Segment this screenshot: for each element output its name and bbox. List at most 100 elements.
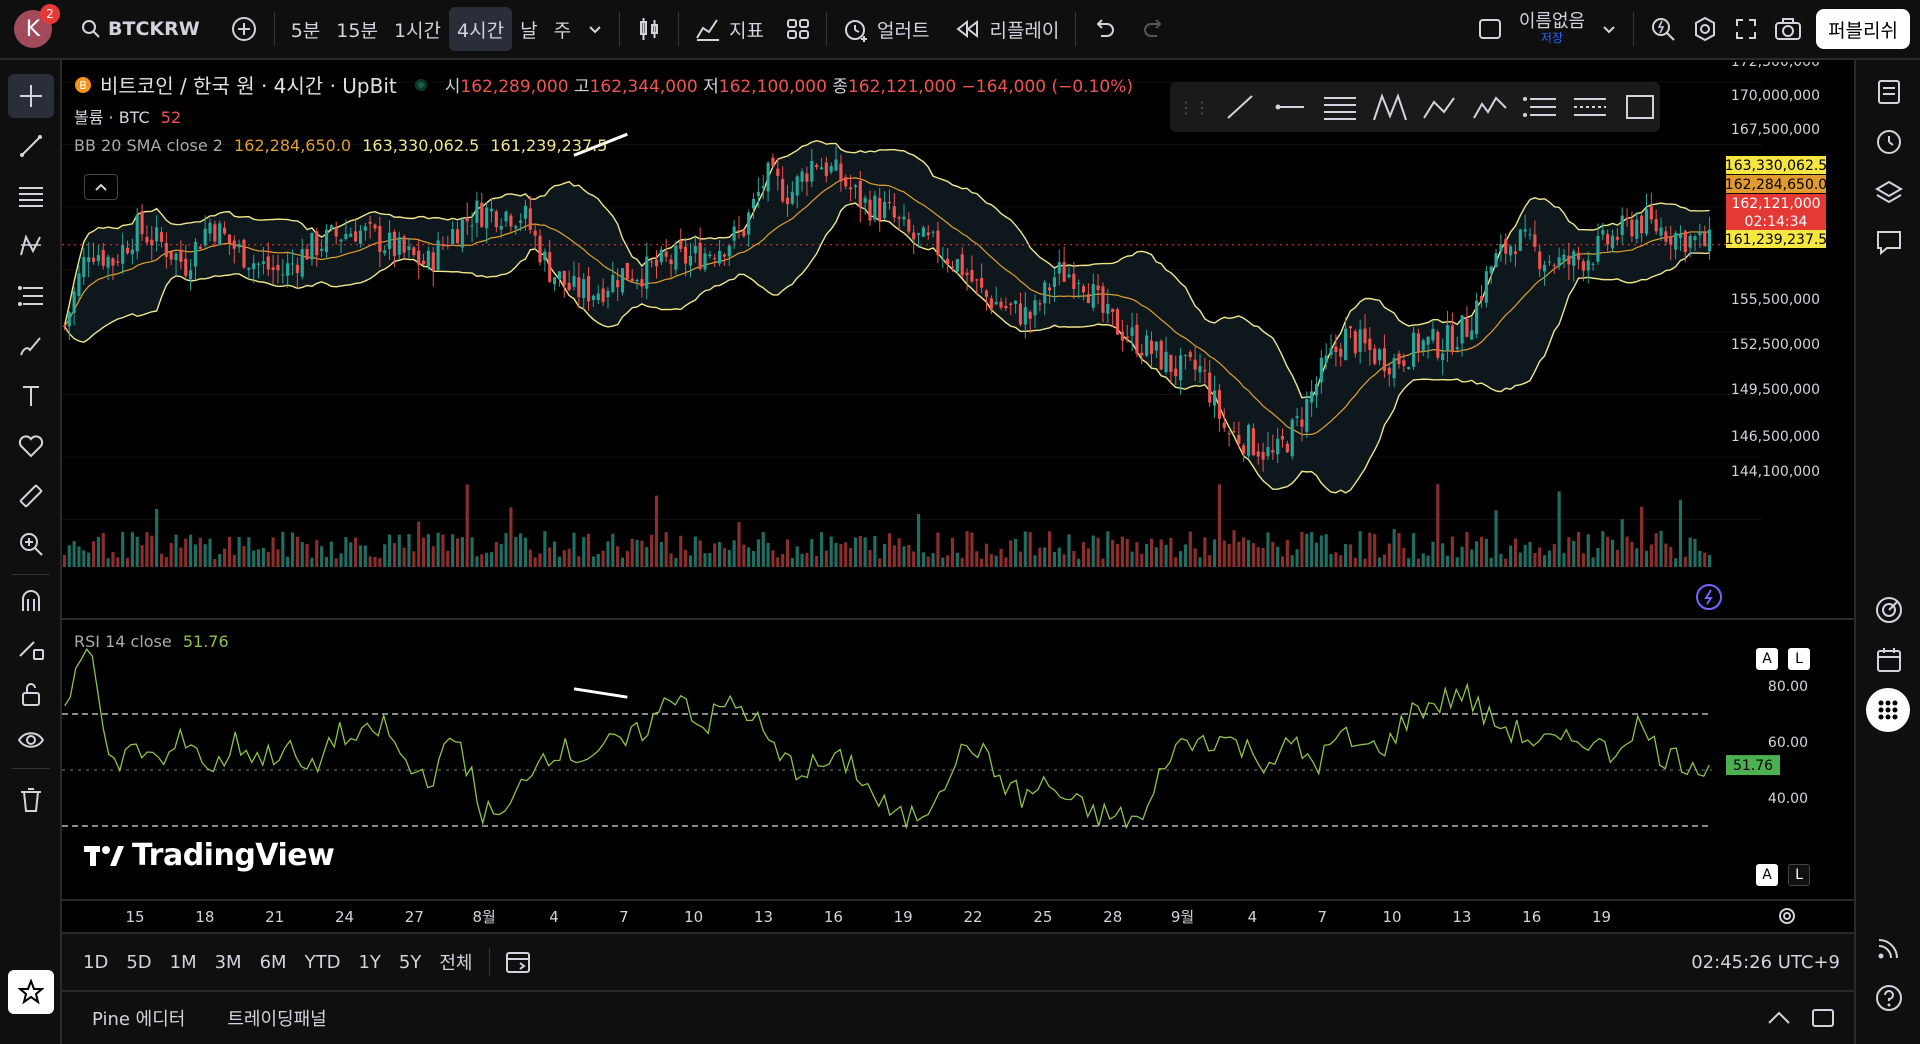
- fullscreen-button[interactable]: [1726, 7, 1766, 51]
- calendar-button[interactable]: [1866, 638, 1912, 682]
- multi-layout-button[interactable]: [1469, 7, 1511, 51]
- range-1d[interactable]: 1D: [74, 952, 117, 973]
- candle-body: [732, 226, 736, 241]
- goto-date-icon[interactable]: [504, 948, 532, 976]
- candle-body: [1348, 326, 1353, 329]
- range-1y[interactable]: 1Y: [349, 952, 389, 973]
- object-tree-button[interactable]: [1866, 170, 1912, 214]
- range-icon[interactable]: [1570, 90, 1610, 124]
- favorites-tool[interactable]: [8, 970, 54, 1014]
- magnet-tool[interactable]: [8, 578, 54, 622]
- maximize-panel-icon[interactable]: [1810, 1006, 1836, 1030]
- rsi-axis[interactable]: 80.00 60.00 40.00 51.76: [1726, 679, 1808, 807]
- volume-bar: [533, 557, 537, 567]
- brush-tool[interactable]: [8, 324, 54, 368]
- auto-scale-button[interactable]: A: [1756, 648, 1778, 670]
- time-axis-settings[interactable]: [1776, 905, 1798, 932]
- compare-symbol-button[interactable]: [222, 7, 266, 51]
- user-avatar[interactable]: K2: [14, 4, 60, 48]
- volume-bar: [1198, 557, 1202, 567]
- zoom-tool[interactable]: [8, 522, 54, 566]
- measure-tool[interactable]: [8, 474, 54, 518]
- chevron-up-icon[interactable]: [1766, 1008, 1792, 1028]
- rsi-log-scale-button[interactable]: L: [1788, 864, 1810, 886]
- interval-15m[interactable]: 15분: [328, 7, 386, 51]
- lock-drawings-tool[interactable]: [8, 626, 54, 670]
- chats-button[interactable]: [1866, 220, 1912, 264]
- horizontal-ray-icon[interactable]: [1270, 90, 1310, 124]
- templates-button[interactable]: [778, 7, 818, 51]
- chart-area[interactable]: 172,500,000 170,000,000 167,500,000 155,500…: [62, 54, 1854, 932]
- layout-dropdown[interactable]: [1593, 7, 1625, 51]
- gear-icon: [1695, 16, 1716, 42]
- tab-trading-panel[interactable]: 트레이딩패널: [227, 1005, 326, 1031]
- trend-line-tool[interactable]: [8, 124, 54, 168]
- trend-line-icon[interactable]: [1220, 90, 1260, 124]
- alert-button[interactable]: 얼러트: [835, 7, 937, 51]
- icon-tool[interactable]: [8, 424, 54, 468]
- horizontal-lines-tool[interactable]: [8, 174, 54, 218]
- drag-handle-icon[interactable]: ⋮⋮: [1178, 98, 1210, 117]
- range-all[interactable]: 전체: [430, 949, 481, 975]
- rsi-auto-scale-button[interactable]: A: [1756, 864, 1778, 886]
- alerts-panel-button[interactable]: [1866, 120, 1912, 164]
- candle-body: [834, 159, 838, 171]
- chart-svg[interactable]: 172,500,000 170,000,000 167,500,000 155,500…: [62, 54, 1854, 932]
- rectangle-icon[interactable]: [1620, 90, 1660, 124]
- watchlist-button[interactable]: [1866, 70, 1912, 114]
- interval-week[interactable]: 주: [546, 7, 579, 51]
- interval-4h[interactable]: 4시간: [449, 7, 513, 51]
- help-button[interactable]: [1866, 976, 1912, 1020]
- redo-button[interactable]: [1134, 7, 1174, 51]
- range-6m[interactable]: 6M: [251, 952, 296, 973]
- symbol-search-button[interactable]: BTCKRW: [72, 7, 208, 51]
- log-scale-button[interactable]: L: [1788, 648, 1810, 670]
- collapse-legend-button[interactable]: [84, 174, 118, 200]
- range-ytd[interactable]: YTD: [296, 952, 350, 973]
- pattern-tool[interactable]: [8, 224, 54, 268]
- volume-bar: [1683, 556, 1687, 567]
- interval-5m[interactable]: 5분: [283, 7, 329, 51]
- products-button[interactable]: [1866, 688, 1910, 732]
- interval-dropdown[interactable]: [579, 7, 611, 51]
- zoom-in-icon: [20, 533, 43, 556]
- replay-button[interactable]: 리플레이: [947, 7, 1067, 51]
- volume-bar: [693, 536, 697, 567]
- interval-1h[interactable]: 1시간: [386, 7, 449, 51]
- interval-day[interactable]: 날: [512, 7, 545, 51]
- volume-bar: [213, 558, 217, 567]
- layout-name-button[interactable]: 이름없음 저장: [1511, 4, 1593, 54]
- crosshair-tool[interactable]: [8, 74, 54, 118]
- text-tool[interactable]: [8, 374, 54, 418]
- quick-search-button[interactable]: [1642, 7, 1684, 51]
- lightning-icon[interactable]: [1696, 584, 1722, 610]
- lock-all-tool[interactable]: [8, 672, 54, 716]
- chart-type-button[interactable]: [628, 7, 670, 51]
- hide-drawings-tool[interactable]: [8, 718, 54, 762]
- delete-drawings-tool[interactable]: [8, 778, 54, 822]
- elliott-wave-icon[interactable]: [1470, 90, 1510, 124]
- price-axis[interactable]: 172,500,000 170,000,000 167,500,000 155,500…: [1725, 54, 1827, 480]
- range-5d[interactable]: 5D: [117, 952, 160, 973]
- ideas-button[interactable]: [1866, 588, 1912, 632]
- parallel-channel-icon[interactable]: [1320, 90, 1360, 124]
- abc-pattern-icon[interactable]: [1420, 90, 1460, 124]
- pitchfork-icon[interactable]: [1370, 90, 1410, 124]
- layout-name: 이름없음: [1518, 10, 1586, 32]
- candle-body: [1528, 234, 1532, 236]
- fib-levels-icon[interactable]: [1520, 90, 1560, 124]
- indicators-button[interactable]: 지표: [687, 7, 772, 51]
- time-axis[interactable]: 15 18 21 24 27 8월 4 7 10 13 16 19 22 25 28 9월 4 7 10 13 16 19: [125, 908, 1611, 926]
- signal-button[interactable]: [1866, 926, 1912, 970]
- range-3m[interactable]: 3M: [206, 952, 251, 973]
- range-1m[interactable]: 1M: [161, 952, 206, 973]
- range-5y[interactable]: 5Y: [390, 952, 430, 973]
- top-toolbar: K2 BTCKRW 5분 15분 1시간 4시간 날 주 지표 얼러트 리플레이…: [0, 0, 1920, 60]
- fib-tool[interactable]: [8, 274, 54, 318]
- snapshot-button[interactable]: [1766, 7, 1810, 51]
- settings-button[interactable]: [1684, 7, 1726, 51]
- tab-pine-editor[interactable]: Pine 에디터: [92, 1005, 185, 1031]
- publish-button[interactable]: 퍼블리쉬: [1816, 9, 1910, 49]
- clock-display[interactable]: 02:45:26 UTC+9: [1691, 952, 1840, 973]
- undo-button[interactable]: [1084, 7, 1124, 51]
